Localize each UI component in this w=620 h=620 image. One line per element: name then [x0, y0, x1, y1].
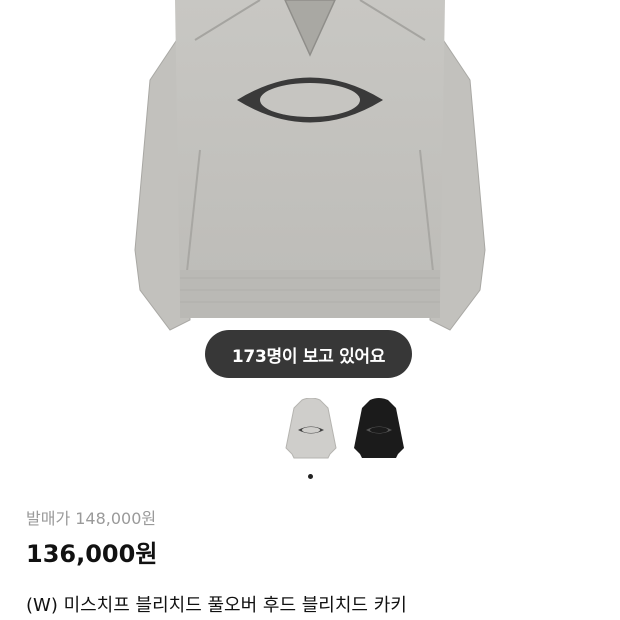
- thumbnail-gray-hoodie[interactable]: [284, 397, 338, 466]
- carousel-dot-active: [307, 474, 313, 479]
- thumbnail-black-hoodie[interactable]: [352, 398, 406, 466]
- viewer-count-badge: 173명이 보고 있어요: [205, 330, 412, 378]
- black-hoodie-thumb: [354, 398, 404, 458]
- sale-price: 136,000원: [26, 540, 158, 568]
- gray-hoodie-thumb: [285, 397, 337, 459]
- carousel-indicator: [0, 474, 620, 479]
- color-thumbnails: [284, 397, 406, 466]
- viewer-count-text: 173명이 보고 있어요: [231, 346, 386, 367]
- product-hero-image[interactable]: 173명이 보고 있어요: [0, 0, 620, 390]
- product-name: (W) 미스치프 블리치드 풀오버 후드 블리치드 카키: [26, 595, 407, 616]
- original-price: 발매가 148,000원: [26, 509, 157, 528]
